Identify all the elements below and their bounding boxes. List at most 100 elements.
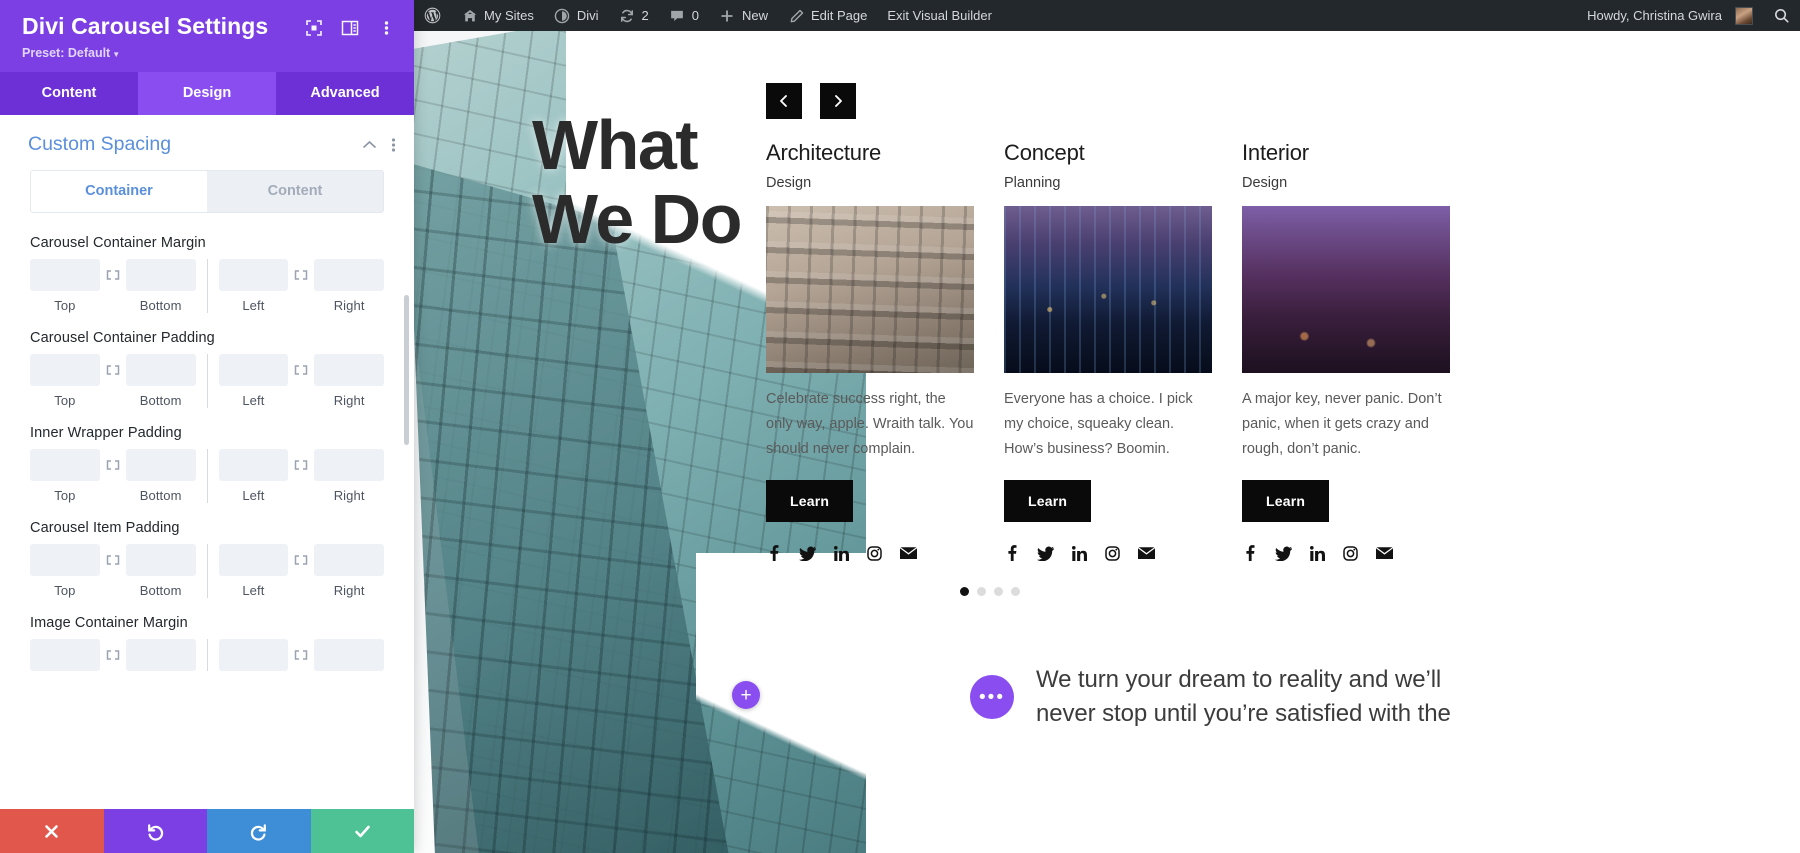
tab-advanced[interactable]: Advanced <box>276 72 414 116</box>
adminbar-account[interactable]: Howdy, Christina Gwira <box>1577 0 1763 31</box>
link-values-icon[interactable] <box>100 544 126 576</box>
link-values-icon[interactable] <box>100 259 126 291</box>
link-values-icon[interactable] <box>288 354 314 386</box>
spacing-input-bottom[interactable] <box>125 449 196 482</box>
link-values-icon[interactable] <box>288 639 314 671</box>
email-icon[interactable] <box>1376 545 1393 561</box>
pagination-dot[interactable] <box>960 587 969 596</box>
redo-button[interactable] <box>207 809 311 853</box>
adminbar-search[interactable] <box>1763 0 1800 31</box>
email-icon[interactable] <box>1138 545 1155 561</box>
adminbar-divi-label: Divi <box>576 8 599 23</box>
spacing-input-bottom[interactable] <box>125 639 196 672</box>
field-label: Carousel Container Margin <box>30 235 206 252</box>
facebook-icon[interactable] <box>1242 545 1257 561</box>
pagination-dot[interactable] <box>994 587 1003 596</box>
seg-container[interactable]: Container <box>31 171 207 213</box>
carousel-card[interactable]: Interior Design A major key, never panic… <box>1242 140 1450 561</box>
cancel-button[interactable] <box>0 809 104 853</box>
spacing-input-bottom[interactable] <box>125 544 196 577</box>
spacing-input-left[interactable] <box>218 354 289 387</box>
spacing-caption-bottom: Bottom <box>139 488 182 504</box>
field-label: Carousel Container Padding <box>30 330 215 347</box>
section-more-options-icon[interactable] <box>391 137 396 153</box>
spacing-input-right[interactable] <box>314 354 384 387</box>
add-module-button[interactable]: + <box>732 681 760 709</box>
spacing-input-left[interactable] <box>218 544 289 577</box>
spacing-caption-bottom: Bottom <box>139 298 182 314</box>
adminbar-my-sites[interactable]: My Sites <box>451 0 544 31</box>
divi-settings-panel: Divi Carousel Settings Preset: Default ▼… <box>0 0 414 853</box>
spacing-input-top[interactable] <box>30 354 100 387</box>
carousel-card[interactable]: Architecture Design Celebrate success ri… <box>766 140 974 561</box>
field-group-inner-wrapper-padding: Inner Wrapper Padding Top Bottom Left Ri… <box>0 425 414 504</box>
carousel-card[interactable]: Concept Planning Everyone has a choice. … <box>1004 140 1212 561</box>
link-values-icon[interactable] <box>288 544 314 576</box>
adminbar-exit-visual-builder[interactable]: Exit Visual Builder <box>877 0 1002 31</box>
layout-icon[interactable] <box>340 18 360 38</box>
linkedin-icon[interactable] <box>1072 545 1087 561</box>
spacing-input-left[interactable] <box>218 639 289 672</box>
link-values-icon[interactable] <box>288 259 314 291</box>
spacing-input-top[interactable] <box>30 259 100 292</box>
email-icon[interactable] <box>900 545 917 561</box>
card-title: Interior <box>1242 140 1309 165</box>
adminbar-wordpress-logo[interactable] <box>414 0 451 31</box>
adminbar-my-sites-label: My Sites <box>484 8 534 23</box>
tab-content[interactable]: Content <box>0 72 138 116</box>
linkedin-icon[interactable] <box>1310 545 1325 561</box>
carousel-prev-button[interactable] <box>766 83 802 119</box>
facebook-icon[interactable] <box>1004 545 1019 561</box>
spacing-input-bottom[interactable] <box>125 354 196 387</box>
link-values-icon[interactable] <box>100 354 126 386</box>
hero-title-line1: What <box>532 106 699 184</box>
linkedin-icon[interactable] <box>834 545 849 561</box>
learn-button[interactable]: Learn <box>1004 480 1092 522</box>
spacing-input-right[interactable] <box>314 639 384 672</box>
chevron-up-icon[interactable] <box>362 140 377 150</box>
settings-scrollbar[interactable] <box>404 115 412 809</box>
instagram-icon[interactable] <box>867 545 882 561</box>
twitter-icon[interactable] <box>799 545 816 561</box>
learn-button[interactable]: Learn <box>1242 480 1330 522</box>
link-values-icon[interactable] <box>100 639 126 671</box>
undo-button[interactable] <box>103 809 207 853</box>
link-values-icon[interactable] <box>100 449 126 481</box>
instagram-icon[interactable] <box>1343 545 1358 561</box>
twitter-icon[interactable] <box>1037 545 1054 561</box>
spacing-input-left[interactable] <box>218 449 289 482</box>
spacing-input-right[interactable] <box>314 544 384 577</box>
adminbar-updates[interactable]: 2 <box>609 0 659 31</box>
wordpress-logo-icon <box>424 7 441 24</box>
spacing-input-top[interactable] <box>30 449 100 482</box>
adminbar-comments[interactable]: 0 <box>659 0 709 31</box>
spacing-input-right[interactable] <box>314 259 384 292</box>
pagination-dot[interactable] <box>977 587 986 596</box>
focus-icon[interactable] <box>304 18 324 38</box>
pagination-dot[interactable] <box>1011 587 1020 596</box>
spacing-input-left[interactable] <box>218 259 289 292</box>
spacing-caption-right: Right <box>333 393 365 409</box>
spacing-input-bottom[interactable] <box>125 259 196 292</box>
adminbar-new[interactable]: New <box>709 0 778 31</box>
preset-selector[interactable]: Preset: Default ▼ <box>22 46 396 60</box>
twitter-icon[interactable] <box>1275 545 1292 561</box>
adminbar-divi[interactable]: Divi <box>544 0 609 31</box>
adminbar-updates-count: 2 <box>641 8 649 23</box>
more-options-icon[interactable] <box>376 18 396 38</box>
link-values-icon[interactable] <box>288 449 314 481</box>
learn-button[interactable]: Learn <box>766 480 854 522</box>
scrollbar-thumb[interactable] <box>404 295 409 446</box>
save-button[interactable] <box>310 809 414 853</box>
carousel-next-button[interactable] <box>820 83 856 119</box>
seg-content[interactable]: Content <box>207 171 383 213</box>
spacing-input-top[interactable] <box>30 639 100 672</box>
card-description: A major key, never panic. Don’t panic, w… <box>1242 391 1442 458</box>
spacing-input-right[interactable] <box>314 449 384 482</box>
carousel-navigation-arrows <box>766 83 1800 119</box>
tab-design[interactable]: Design <box>138 72 276 116</box>
instagram-icon[interactable] <box>1105 545 1120 561</box>
spacing-input-top[interactable] <box>30 544 100 577</box>
adminbar-edit-page[interactable]: Edit Page <box>778 0 877 31</box>
facebook-icon[interactable] <box>766 545 781 561</box>
